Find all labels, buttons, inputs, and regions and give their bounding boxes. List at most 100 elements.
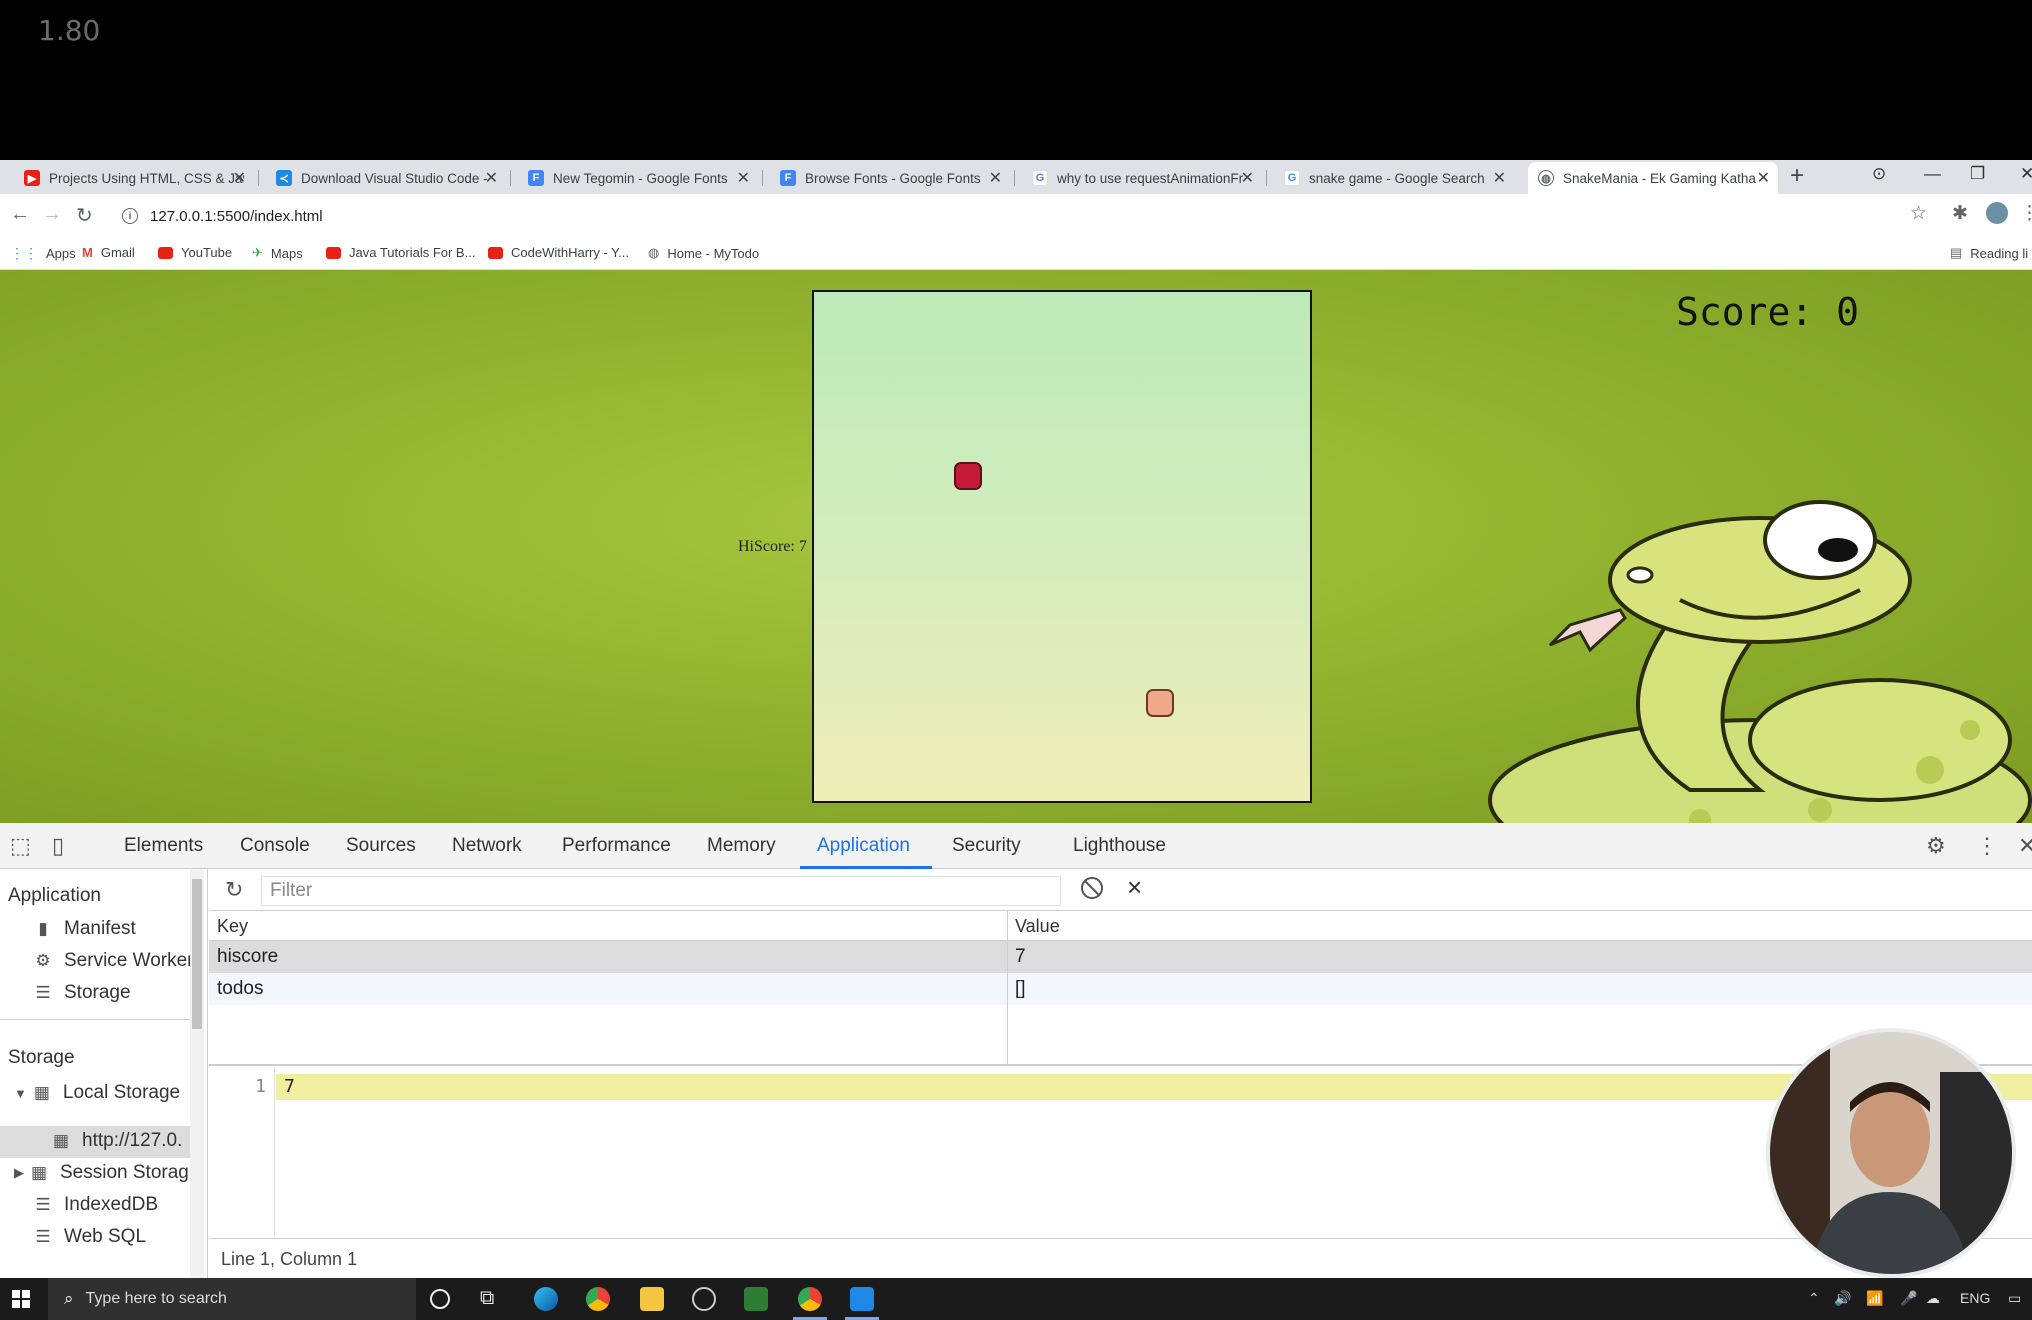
- tab-application[interactable]: Application: [817, 835, 910, 857]
- column-divider[interactable]: [1007, 911, 1008, 1066]
- browser-tab[interactable]: F Browse Fonts - Google Fonts ✕: [770, 162, 1010, 194]
- browser-tab[interactable]: ▶ Projects Using HTML, CSS & Jav ✕: [14, 162, 254, 194]
- close-icon[interactable]: ✕: [989, 168, 1002, 188]
- vscode-icon: ≺: [276, 170, 292, 186]
- tray-chevron-icon[interactable]: ⌃: [1808, 1290, 1820, 1307]
- vscode-icon[interactable]: [850, 1287, 874, 1311]
- collapse-arrow-icon[interactable]: ▶: [14, 1165, 24, 1181]
- row-key: hiscore: [217, 946, 279, 967]
- scrollbar-thumb[interactable]: [192, 879, 202, 1029]
- inspect-element-icon[interactable]: ⬚: [10, 833, 31, 859]
- refresh-icon[interactable]: ↻: [225, 877, 243, 903]
- tab-network[interactable]: Network: [452, 835, 522, 857]
- sidebar-item-manifest[interactable]: ▮ Manifest: [34, 918, 136, 940]
- device-toolbar-icon[interactable]: ▯: [52, 833, 64, 859]
- tab-elements[interactable]: Elements: [124, 835, 203, 857]
- input-language[interactable]: ENG: [1960, 1290, 1990, 1306]
- more-options-icon[interactable]: ⋮: [1976, 833, 1998, 859]
- bookmark-gmail[interactable]: M Gmail: [82, 245, 135, 260]
- browser-tab[interactable]: ≺ Download Visual Studio Code - ✕: [266, 162, 506, 194]
- close-icon[interactable]: ✕: [233, 168, 246, 188]
- bookmark-codewithharry[interactable]: CodeWithHarry - Y...: [488, 245, 629, 260]
- address-bar[interactable]: i 127.0.0.1:5500/index.html: [112, 200, 1942, 232]
- spreadsheet-icon[interactable]: [744, 1287, 768, 1311]
- extensions-icon[interactable]: ✱: [1952, 202, 1968, 225]
- taskbar-search[interactable]: ⌕ Type here to search: [48, 1278, 416, 1320]
- close-icon[interactable]: ✕: [1493, 168, 1506, 188]
- new-tab-button[interactable]: +: [1790, 162, 1804, 190]
- game-board[interactable]: [812, 290, 1312, 803]
- sidebar-item-web-sql[interactable]: ☰ Web SQL: [34, 1226, 146, 1248]
- close-icon[interactable]: ✕: [1757, 168, 1770, 188]
- close-icon[interactable]: ✕: [1241, 168, 1254, 188]
- bookmark-star-icon[interactable]: ☆: [1910, 202, 1927, 225]
- bookmark-maps[interactable]: ✈ Maps: [252, 245, 303, 261]
- cortana-icon[interactable]: [430, 1289, 450, 1309]
- back-icon[interactable]: ←: [10, 203, 30, 226]
- sidebar-scrollbar[interactable]: [190, 869, 204, 1278]
- site-info-icon[interactable]: i: [122, 208, 138, 224]
- table-row[interactable]: hiscore 7: [209, 941, 2032, 973]
- avatar[interactable]: [1986, 202, 2008, 224]
- cloud-icon[interactable]: ☁: [1926, 1290, 1940, 1307]
- browser-tab[interactable]: G why to use requestAnimationFr ✕: [1022, 162, 1262, 194]
- tab-lighthouse[interactable]: Lighthouse: [1073, 835, 1166, 857]
- tab-performance[interactable]: Performance: [562, 835, 671, 857]
- settings-gear-icon[interactable]: ⚙: [1926, 833, 1946, 859]
- forward-icon[interactable]: →: [42, 203, 62, 226]
- line-number: 1: [255, 1076, 266, 1097]
- bookmark-java-tutorials[interactable]: Java Tutorials For B...: [326, 245, 475, 260]
- browser-tab[interactable]: F New Tegomin - Google Fonts ✕: [518, 162, 758, 194]
- chrome-icon[interactable]: [586, 1287, 610, 1311]
- file-explorer-icon[interactable]: [640, 1287, 664, 1311]
- bookmark-youtube[interactable]: YouTube: [158, 245, 232, 260]
- task-view-icon[interactable]: ⧉: [480, 1287, 504, 1311]
- menu-icon[interactable]: ⋮: [2020, 202, 2032, 225]
- clear-all-icon[interactable]: [1081, 877, 1103, 899]
- mic-icon[interactable]: 🎤: [1900, 1290, 1917, 1307]
- sidebar-item-indexeddb[interactable]: ☰ IndexedDB: [34, 1194, 158, 1216]
- expand-arrow-icon[interactable]: ▼: [14, 1086, 27, 1101]
- tab-security[interactable]: Security: [952, 835, 1021, 857]
- browser-tab-active[interactable]: ◍ SnakeMania - Ek Gaming Katha ✕: [1528, 162, 1778, 194]
- tab-console[interactable]: Console: [240, 835, 310, 857]
- column-value[interactable]: Value: [1015, 916, 1060, 937]
- app-icon[interactable]: [692, 1287, 716, 1311]
- edge-icon[interactable]: [534, 1287, 558, 1311]
- browser-tab[interactable]: G snake game - Google Search ✕: [1274, 162, 1514, 194]
- globe-icon: ◍: [648, 245, 660, 260]
- notifications-icon[interactable]: ▭: [2008, 1290, 2021, 1307]
- youtube-icon: [488, 246, 503, 259]
- sidebar-item-local-storage[interactable]: ▼ ▦ Local Storage: [14, 1082, 180, 1104]
- table-row[interactable]: todos []: [209, 973, 2032, 1005]
- sidebar-item-service-worker[interactable]: ⚙ Service Worker: [34, 950, 193, 972]
- minimize-icon[interactable]: —: [1924, 164, 1941, 184]
- bookmark-mytodo[interactable]: ◍ Home - MyTodo: [648, 245, 759, 261]
- volume-icon[interactable]: 🔊: [1834, 1290, 1851, 1307]
- restore-icon[interactable]: ❐: [1970, 164, 1985, 184]
- reading-list[interactable]: ▤ Reading li: [1950, 245, 2028, 261]
- close-window-icon[interactable]: ✕: [2020, 164, 2032, 184]
- tab-memory[interactable]: Memory: [707, 835, 776, 857]
- filter-input[interactable]: [261, 876, 1061, 906]
- close-icon[interactable]: ✕: [485, 168, 498, 188]
- column-key[interactable]: Key: [217, 916, 248, 937]
- application-sidebar: Application ▮ Manifest ⚙ Service Worker ☰ S…: [0, 869, 208, 1278]
- sidebar-item-storage[interactable]: ☰ Storage: [34, 982, 130, 1004]
- video-overlay: 1.80: [0, 0, 2032, 160]
- close-icon[interactable]: ✕: [737, 168, 750, 188]
- delete-selected-icon[interactable]: ×: [1127, 872, 1142, 903]
- network-icon[interactable]: 📶: [1866, 1290, 1883, 1307]
- sidebar-item-local-origin[interactable]: ▦ http://127.0.: [52, 1130, 182, 1152]
- game-page: HiScore: 7 Score: 0: [0, 270, 2032, 823]
- chrome-active-icon[interactable]: [798, 1287, 822, 1311]
- tab-search-icon[interactable]: ⊙: [1872, 164, 1886, 184]
- snake-head: [1146, 689, 1174, 717]
- tab-sources[interactable]: Sources: [346, 835, 416, 857]
- windows-start-icon[interactable]: [12, 1290, 31, 1309]
- value-preview[interactable]: 1 7: [209, 1066, 2032, 1238]
- reload-icon[interactable]: ↻: [76, 203, 93, 228]
- sidebar-item-session-storage[interactable]: ▶ ▦ Session Storag: [14, 1162, 189, 1184]
- close-devtools-icon[interactable]: ✕: [2018, 833, 2032, 859]
- bookmark-apps[interactable]: ⋮⋮ Apps: [10, 245, 76, 262]
